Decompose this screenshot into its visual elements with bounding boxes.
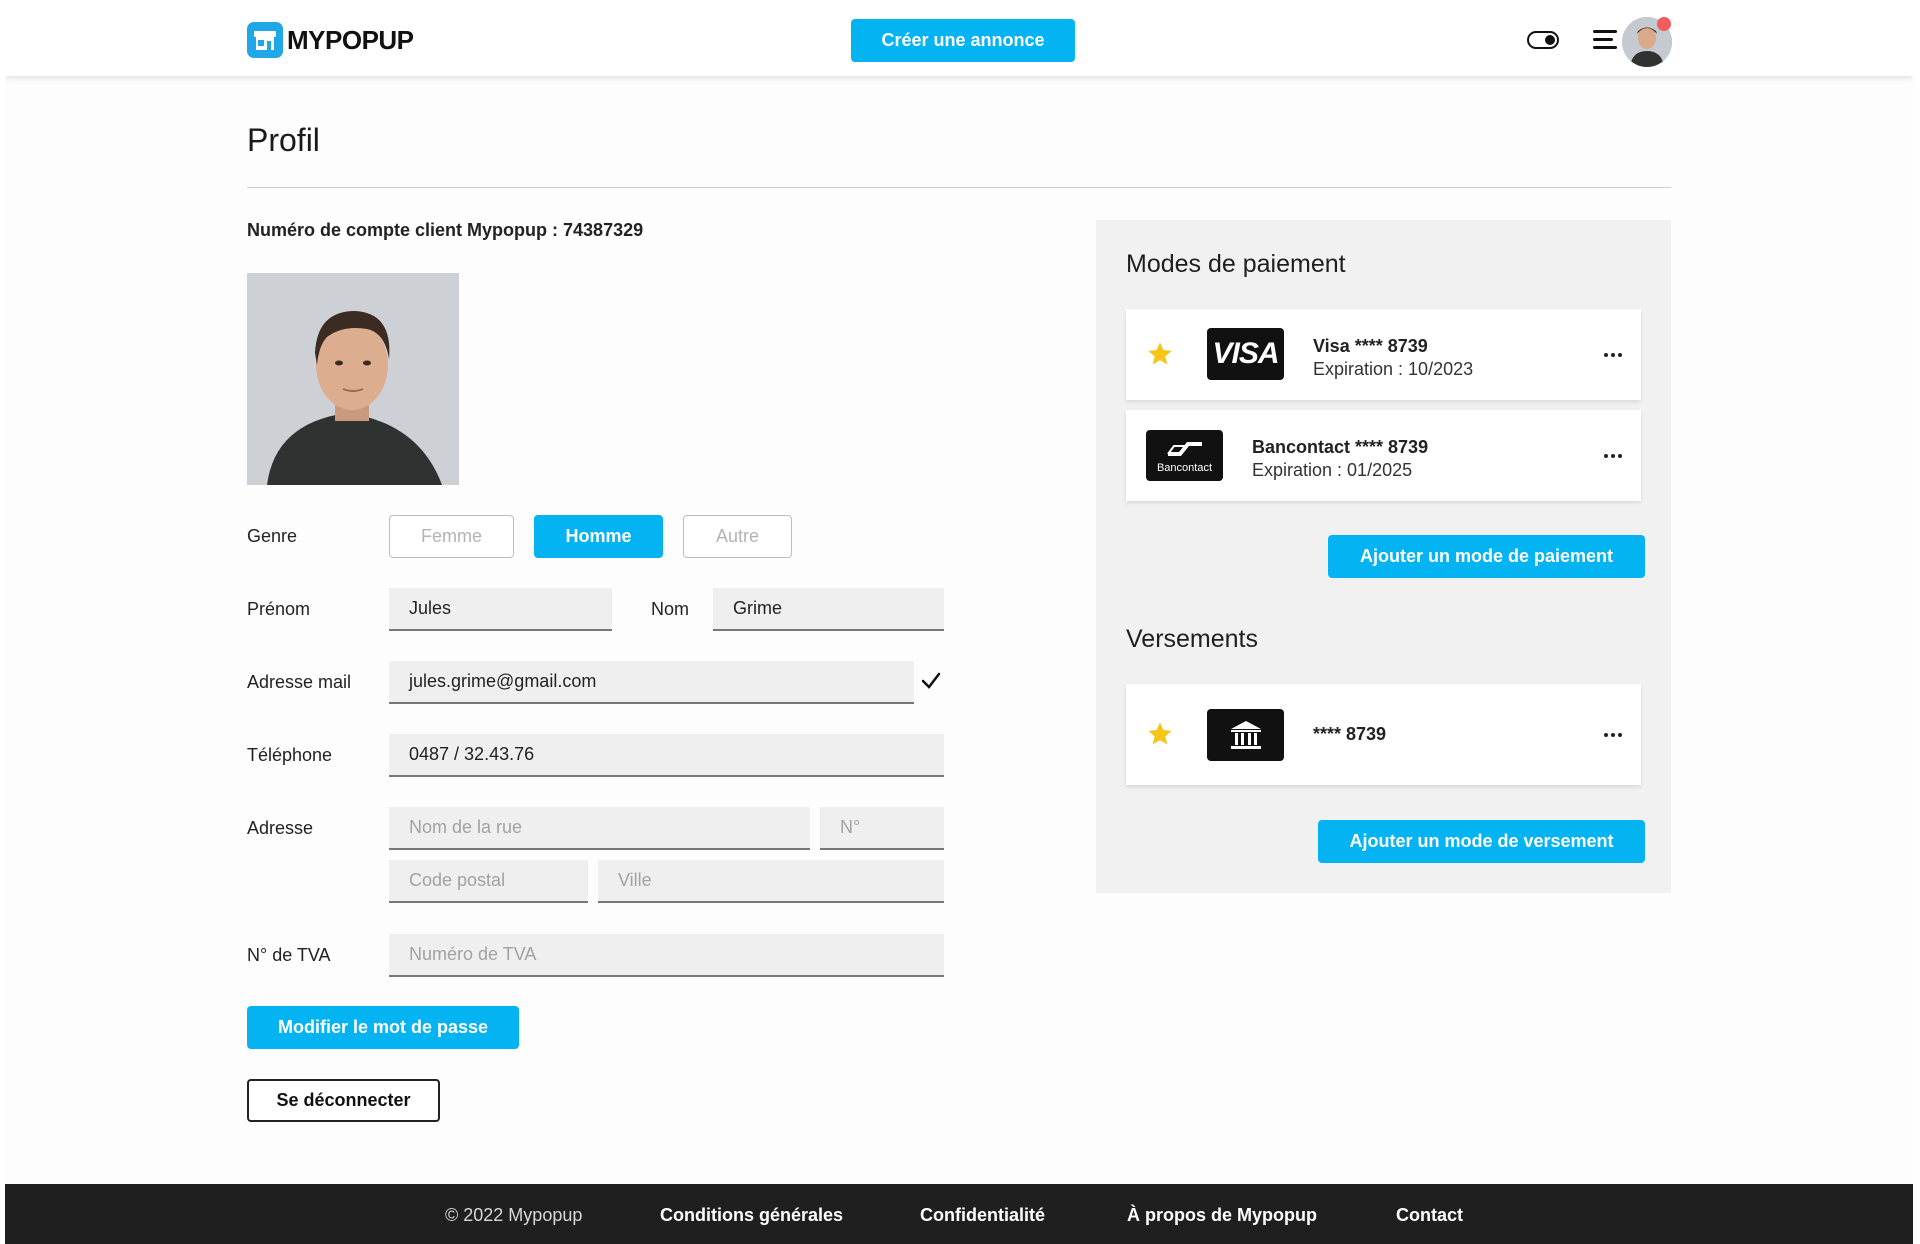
- app-frame: MYPOPUP Créer une annonce Profil Numéro …: [5, 4, 1913, 1244]
- profile-photo[interactable]: [247, 273, 459, 485]
- footer-link-about[interactable]: À propos de Mypopup: [1127, 1205, 1317, 1226]
- footer: © 2022 Mypopup Conditions générales Conf…: [5, 1184, 1913, 1244]
- gender-label: Genre: [247, 526, 298, 546]
- postal-code-input[interactable]: Code postal: [389, 860, 588, 903]
- create-listing-button[interactable]: Créer une annonce: [851, 19, 1075, 62]
- bancontact-card-name: Bancontact **** 8739: [1252, 437, 1429, 457]
- gender-option-homme[interactable]: Homme: [534, 515, 663, 558]
- last-name-label: Nom: [651, 599, 690, 619]
- city-input[interactable]: Ville: [598, 860, 944, 903]
- title-divider: [247, 187, 1671, 188]
- theme-toggle[interactable]: [1527, 31, 1559, 49]
- vat-input[interactable]: Numéro de TVA: [389, 934, 944, 977]
- gender-option-autre[interactable]: Autre: [683, 515, 792, 558]
- visa-card-name: Visa **** 8739: [1313, 336, 1428, 356]
- add-payment-method-button[interactable]: Ajouter un mode de paiement: [1328, 535, 1645, 578]
- page-title: Profil: [247, 122, 320, 158]
- add-payout-method-button[interactable]: Ajouter un mode de versement: [1318, 820, 1645, 863]
- phone-field[interactable]: 0487 / 32.43.76: [389, 734, 944, 777]
- first-name-field[interactable]: Jules: [389, 588, 612, 631]
- visa-logo: VISA: [1207, 328, 1284, 380]
- gender-option-femme[interactable]: Femme: [389, 515, 514, 558]
- payment-method-visa: VISA Visa **** 8739 Expiration : 10/2023: [1126, 309, 1641, 400]
- footer-copyright: © 2022 Mypopup: [445, 1205, 583, 1225]
- bancontact-logo: Bancontact: [1146, 430, 1223, 481]
- payment-methods-title: Modes de paiement: [1126, 250, 1346, 278]
- visa-logo-text: VISA: [1212, 337, 1279, 370]
- hamburger-menu-icon[interactable]: [1593, 30, 1617, 50]
- brand-logo[interactable]: MYPOPUP: [247, 22, 414, 58]
- street-input[interactable]: Nom de la rue: [389, 807, 810, 850]
- change-password-button[interactable]: Modifier le mot de passe: [247, 1006, 519, 1049]
- last-name-field[interactable]: Grime: [713, 588, 944, 631]
- more-options-icon[interactable]: [1604, 733, 1622, 737]
- notification-badge: [1657, 17, 1671, 31]
- more-options-icon[interactable]: [1604, 454, 1622, 458]
- bancontact-card-expiry: Expiration : 01/2025: [1252, 460, 1413, 480]
- logout-button[interactable]: Se déconnecter: [247, 1079, 440, 1122]
- bancontact-mark-icon: [1166, 441, 1202, 456]
- bank-icon: [1230, 721, 1261, 749]
- payment-method-bancontact: Bancontact Bancontact **** 8739 Expirati…: [1126, 410, 1641, 501]
- top-header: MYPOPUP Créer une annonce: [5, 4, 1913, 76]
- payout-account-name: **** 8739: [1313, 724, 1387, 744]
- email-field[interactable]: jules.grime@gmail.com: [389, 661, 914, 704]
- street-number-input[interactable]: N°: [820, 807, 944, 850]
- first-name-label: Prénom: [247, 599, 311, 619]
- payout-account: **** 8739: [1126, 684, 1641, 785]
- bancontact-logo-text: Bancontact: [1156, 461, 1213, 474]
- shop-icon: [247, 22, 283, 58]
- favorite-star-icon[interactable]: [1146, 340, 1174, 368]
- phone-label: Téléphone: [247, 745, 333, 765]
- visa-card-expiry: Expiration : 10/2023: [1313, 359, 1474, 379]
- payouts-title: Versements: [1126, 625, 1259, 653]
- footer-link-terms[interactable]: Conditions générales: [660, 1205, 843, 1226]
- vat-label: N° de TVA: [247, 945, 331, 965]
- verified-check-icon: [921, 672, 941, 689]
- more-options-icon[interactable]: [1604, 353, 1622, 357]
- footer-link-contact[interactable]: Contact: [1396, 1205, 1463, 1226]
- brand-name: MYPOPUP: [287, 24, 414, 55]
- account-number: Numéro de compte client Mypopup : 743873…: [247, 220, 644, 240]
- favorite-star-icon[interactable]: [1146, 720, 1174, 748]
- footer-link-privacy[interactable]: Confidentialité: [920, 1205, 1045, 1226]
- address-label: Adresse: [247, 818, 314, 838]
- bank-logo: [1207, 709, 1284, 761]
- email-label: Adresse mail: [247, 672, 352, 692]
